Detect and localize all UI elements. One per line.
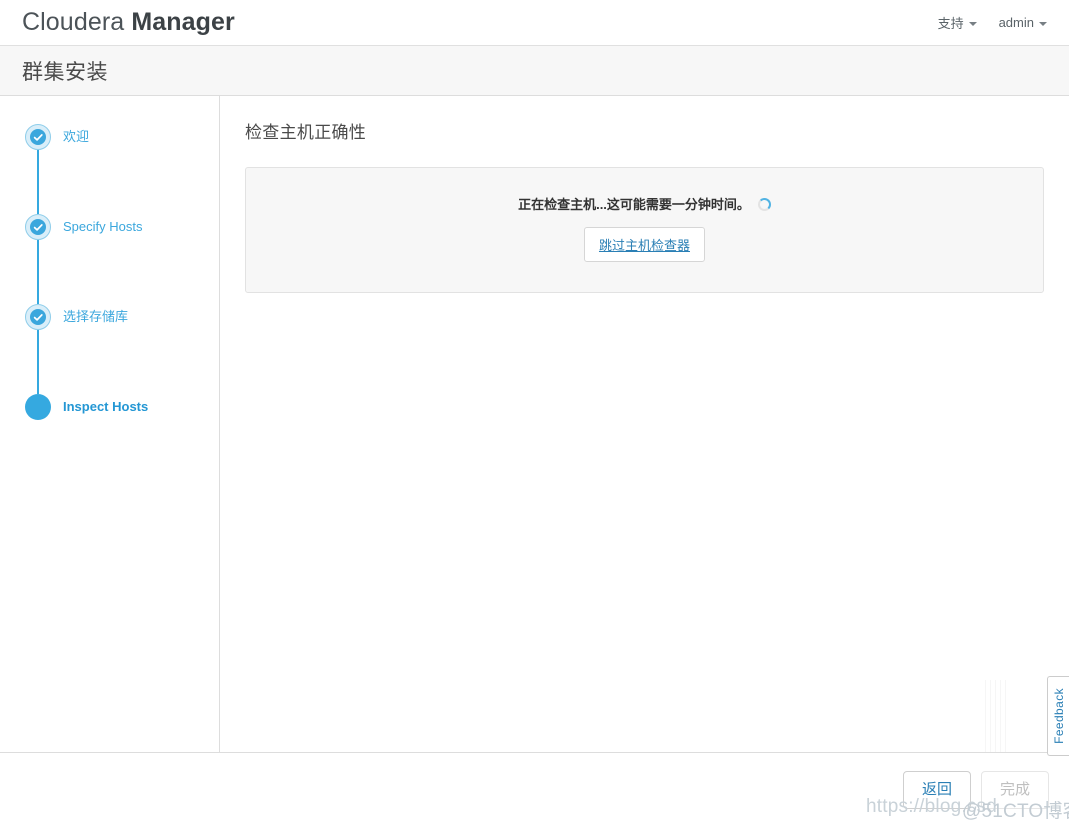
admin-menu[interactable]: admin	[999, 15, 1047, 30]
top-navigation-right: 支持 admin	[938, 13, 1047, 32]
content-heading: 检查主机正确性	[245, 123, 367, 142]
sidebar-step-inspect-hosts[interactable]: Inspect Hosts	[0, 394, 219, 420]
wizard-step-list: 欢迎 Specify Hosts 选择存储库 Inspect Hosts	[0, 124, 219, 420]
render-artifact	[985, 680, 1007, 752]
brand-name-light: Cloudera	[22, 8, 132, 36]
loading-spinner-icon	[757, 198, 771, 211]
wizard-sidebar: 欢迎 Specify Hosts 选择存储库 Inspect Hosts	[0, 96, 220, 753]
finish-button: 完成	[980, 770, 1049, 810]
top-navigation-bar: Cloudera Manager 支持 admin	[0, 0, 1069, 46]
step-complete-icon	[25, 124, 51, 150]
step-connector-line	[37, 330, 39, 394]
step-complete-icon	[25, 214, 51, 240]
step-connector-line	[37, 240, 39, 304]
sidebar-step-label-select-repository: 选择存储库	[63, 309, 129, 324]
sidebar-step-label-inspect-hosts: Inspect Hosts	[63, 399, 149, 414]
step-current-icon	[25, 394, 51, 420]
sidebar-step-label-welcome: 欢迎	[63, 129, 90, 144]
sidebar-step-select-repository[interactable]: 选择存储库	[0, 304, 219, 394]
sidebar-step-welcome[interactable]: 欢迎	[0, 124, 219, 214]
admin-menu-label: admin	[998, 15, 1034, 30]
page-title: 群集安装	[22, 60, 108, 84]
inspect-status-text: 正在检查主机...这可能需要一分钟时间。	[518, 197, 750, 212]
wizard-body: 欢迎 Specify Hosts 选择存储库 Inspect Hosts 检查主…	[0, 96, 1069, 753]
feedback-tab-label: Feedback	[1051, 688, 1066, 744]
skip-host-inspector-button[interactable]: 跳过主机检查器	[583, 227, 705, 262]
support-menu-label: 支持	[937, 16, 964, 31]
chevron-down-icon	[968, 21, 977, 26]
inspect-status-panel: 正在检查主机...这可能需要一分钟时间。 跳过主机检查器	[245, 167, 1044, 293]
wizard-footer: 返回 完成	[0, 753, 1069, 827]
sidebar-step-specify-hosts[interactable]: Specify Hosts	[0, 214, 219, 304]
step-connector-line	[37, 150, 39, 214]
support-menu[interactable]: 支持	[938, 13, 977, 32]
back-button[interactable]: 返回	[902, 770, 971, 810]
sidebar-step-label-specify-hosts: Specify Hosts	[63, 219, 143, 234]
chevron-down-icon	[1039, 21, 1047, 26]
brand-name-bold: Manager	[131, 8, 235, 36]
page-title-bar: 群集安装	[0, 46, 1069, 96]
inspect-status-row: 正在检查主机...这可能需要一分钟时间。	[518, 194, 771, 213]
feedback-tab-button[interactable]: Feedback	[1047, 676, 1069, 756]
wizard-content: 检查主机正确性 正在检查主机...这可能需要一分钟时间。 跳过主机检查器	[220, 96, 1069, 753]
app-brand-logo[interactable]: Cloudera Manager	[22, 8, 235, 37]
step-complete-icon	[25, 304, 51, 330]
